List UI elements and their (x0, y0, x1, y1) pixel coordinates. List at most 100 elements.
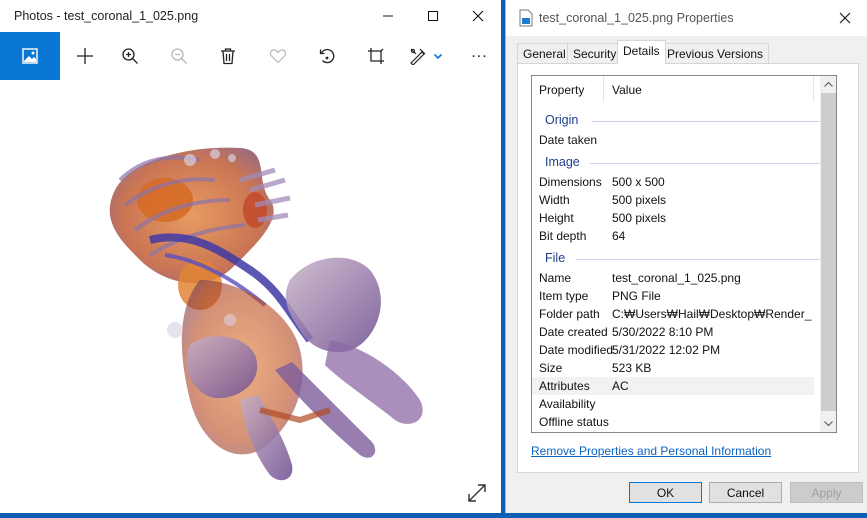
property-value: 523 KB (612, 361, 652, 375)
column-header-property[interactable]: Property (532, 76, 604, 102)
fullscreen-button[interactable] (466, 482, 488, 504)
group-file: File (532, 250, 820, 268)
delete-button[interactable] (203, 32, 252, 80)
favorite-button[interactable] (253, 32, 302, 80)
list-item[interactable]: Shared with (532, 428, 814, 432)
property-value: AC (612, 379, 629, 393)
group-label: Origin (545, 113, 579, 127)
property-value: C:₩Users₩Hail₩Desktop₩Render_i... (612, 307, 812, 321)
vertical-scrollbar[interactable] (820, 76, 837, 432)
property-value: 5/30/2022 8:10 PM (612, 325, 714, 339)
group-label: Image (545, 155, 580, 169)
photos-toolbar: ... (0, 32, 501, 80)
maximize-button[interactable] (410, 0, 456, 32)
property-value: test_coronal_1_025.png (612, 271, 741, 285)
property-value: 500 pixels (612, 193, 667, 207)
column-header-value[interactable]: Value (604, 76, 814, 102)
property-name: Shared with (539, 430, 602, 432)
group-label: File (545, 251, 566, 265)
property-name: Bit depth (539, 229, 587, 243)
crop-button[interactable] (351, 32, 400, 80)
property-name: Item type (539, 289, 589, 303)
crop-icon (367, 48, 384, 64)
list-item[interactable]: Item type PNG File (532, 287, 814, 305)
list-item[interactable]: Dimensions 500 x 500 (532, 173, 814, 191)
property-name: Date created (539, 325, 608, 339)
close-icon (839, 12, 851, 24)
property-name: Offline status (539, 415, 609, 429)
more-icon: ... (471, 44, 488, 61)
group-origin: Origin (532, 112, 820, 130)
property-name: Availability (539, 397, 596, 411)
scroll-up-icon[interactable] (820, 76, 837, 93)
property-name: Height (539, 211, 574, 225)
group-divider (592, 121, 820, 122)
remove-properties-link[interactable]: Remove Properties and Personal Informati… (531, 444, 771, 458)
edit-icon (410, 48, 426, 65)
zoom-in-button[interactable] (105, 32, 154, 80)
list-item[interactable]: Width 500 pixels (532, 191, 814, 209)
scroll-down-icon[interactable] (820, 415, 837, 432)
list-item[interactable]: Size 523 KB (532, 359, 814, 377)
property-name: Attributes (539, 379, 590, 393)
properties-dialog: test_coronal_1_025.png Properties Genera… (505, 0, 867, 513)
list-item[interactable]: Date taken (532, 131, 814, 149)
photos-window: Photos - test_coronal_1_025.png ... (0, 0, 501, 513)
png-file-icon (519, 9, 533, 27)
list-item[interactable]: Availability (532, 395, 814, 413)
details-tab-panel: Property Value Origin Date taken Image D… (517, 63, 859, 473)
add-icon (76, 48, 93, 64)
image-icon (22, 48, 38, 64)
list-item[interactable]: Name test_coronal_1_025.png (532, 269, 814, 287)
apply-button[interactable]: Apply (790, 482, 863, 503)
image-button[interactable] (0, 32, 60, 80)
list-item-selected[interactable]: Attributes AC (532, 377, 814, 395)
ok-button[interactable]: OK (629, 482, 702, 503)
property-name: Dimensions (539, 175, 602, 189)
details-list-header: Property Value (532, 76, 814, 102)
add-button[interactable] (60, 32, 109, 80)
cancel-button[interactable]: Cancel (709, 482, 782, 503)
list-item[interactable]: Bit depth 64 (532, 227, 814, 245)
photos-title-bar: Photos - test_coronal_1_025.png (0, 0, 501, 32)
tab-general[interactable]: General (517, 43, 572, 63)
close-icon (472, 10, 484, 22)
tab-previous-versions[interactable]: Previous Versions (661, 43, 770, 63)
rotate-button[interactable] (302, 32, 351, 80)
group-divider (576, 259, 820, 260)
scrollbar-thumb[interactable] (821, 93, 836, 411)
expand-icon (468, 484, 486, 502)
list-item[interactable]: Date modified 5/31/2022 12:02 PM (532, 341, 814, 359)
property-name: Date taken (539, 133, 598, 147)
zoom-out-icon (170, 48, 187, 64)
photo-canvas[interactable] (0, 80, 501, 513)
group-divider (590, 163, 820, 164)
chevron-down-icon (433, 53, 443, 60)
property-name: Folder path (539, 307, 600, 321)
details-list[interactable]: Property Value Origin Date taken Image D… (531, 75, 837, 433)
more-options-button[interactable]: ... (455, 32, 504, 80)
edit-button[interactable] (400, 32, 452, 80)
tab-security[interactable]: Security (567, 43, 623, 63)
rotate-icon (319, 48, 334, 64)
property-name: Width (539, 193, 570, 207)
property-value: 500 pixels (612, 211, 667, 225)
list-item[interactable]: Folder path C:₩Users₩Hail₩Desktop₩Render… (532, 305, 814, 323)
property-value: PNG File (612, 289, 661, 303)
heart-icon (269, 49, 286, 64)
tab-details[interactable]: Details (617, 40, 666, 64)
property-name: Name (539, 271, 572, 285)
property-name: Date modified (539, 343, 614, 357)
ct-rendering-image (109, 147, 423, 481)
close-button[interactable] (455, 0, 501, 32)
list-item[interactable]: Height 500 pixels (532, 209, 814, 227)
minimize-icon (383, 15, 393, 17)
minimize-button[interactable] (365, 0, 411, 32)
properties-window-title: test_coronal_1_025.png Properties (539, 11, 734, 25)
properties-close-button[interactable] (822, 2, 867, 34)
property-value: 5/31/2022 12:02 PM (612, 343, 721, 357)
list-item[interactable]: Date created 5/30/2022 8:10 PM (532, 323, 814, 341)
zoom-out-button[interactable] (154, 32, 203, 80)
group-image: Image (532, 154, 820, 172)
zoom-in-icon (121, 48, 138, 64)
